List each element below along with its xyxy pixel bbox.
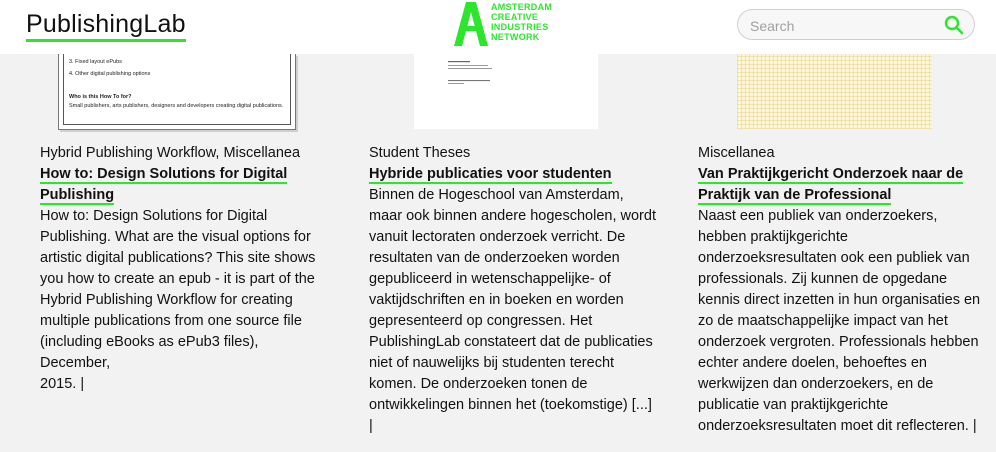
post-title-link[interactable]: How to: Design Solutions for Digital: [40, 166, 288, 184]
post-card: Miscellanea Van Praktijkgericht Onderzoe…: [698, 143, 988, 437]
post-category[interactable]: Miscellanea: [698, 143, 988, 164]
thumbnail-text: 3. Fixed layout ePubs: [69, 59, 122, 65]
post-card: Student Theses Hybride publicaties voor …: [369, 143, 659, 437]
post-title-link[interactable]: Praktijk van de Professional: [698, 187, 892, 205]
post-title-link[interactable]: Hybride publicaties voor studenten: [369, 166, 612, 184]
post-excerpt: Naast een publiek van onderzoekers, hebb…: [698, 208, 981, 434]
post-card: Hybrid Publishing Workflow, Miscellanea …: [40, 143, 320, 395]
post-category[interactable]: Student Theses: [369, 143, 659, 164]
post-excerpt: How to: Design Solutions for Digital Pub…: [40, 208, 316, 392]
post-category[interactable]: Hybrid Publishing Workflow, Miscellanea: [40, 143, 320, 164]
post-excerpt: Binnen de Hogeschool van Amsterdam, maar…: [369, 187, 656, 434]
thumbnail-text: Who is this How To for?: [69, 94, 132, 100]
search-icon[interactable]: [944, 15, 964, 35]
search-input[interactable]: [748, 16, 942, 36]
thumbnail-text: Small publishers, arts publishers, desig…: [69, 103, 284, 109]
ams-logo-text: AMSTERDAM CREATIVE INDUSTRIES NETWORK: [491, 2, 553, 42]
ams-a-mark-icon: [454, 2, 488, 46]
post-thumbnail-how-to[interactable]: 3. Fixed layout ePubs 4. Other digital p…: [58, 54, 296, 130]
post-thumbnail-hybride[interactable]: [414, 54, 598, 129]
thumbnail-text-lines: [448, 61, 492, 84]
post-thumbnail-praktijk[interactable]: [737, 54, 932, 129]
post-title-link[interactable]: Publishing: [40, 187, 115, 205]
thumbnail-text: 4. Other digital publishing options: [69, 71, 151, 77]
thumbnail-document-page: 3. Fixed layout ePubs 4. Other digital p…: [63, 54, 291, 125]
post-title-link[interactable]: Van Praktijkgericht Onderzoek naar de: [698, 166, 964, 184]
search-box: [737, 9, 975, 40]
site-logo-link[interactable]: PublishingLab: [26, 9, 186, 42]
site-header: PublishingLab AMSTERDAM CREATIVE INDUSTR…: [0, 0, 996, 54]
amsterdam-creative-industries-logo[interactable]: AMSTERDAM CREATIVE INDUSTRIES NETWORK: [454, 2, 552, 46]
